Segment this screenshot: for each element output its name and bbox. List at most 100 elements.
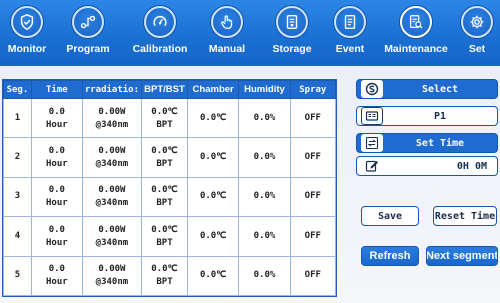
- cell-seg: 3: [3, 176, 32, 218]
- cell-humidity-value: 0.0%: [253, 270, 276, 281]
- select-button[interactable]: Select: [356, 79, 498, 99]
- nav-monitor[interactable]: Monitor: [2, 0, 52, 66]
- nav-event[interactable]: Event: [326, 0, 374, 66]
- cell-humidity: 0.0%: [238, 137, 291, 178]
- circle-s-icon: [361, 80, 383, 98]
- table-header-row: Seg. Time rradiatio: BPT/BST Chamber Hum…: [3, 80, 337, 99]
- cell-time-unit: Hour: [45, 119, 68, 130]
- next-segment-button-label: Next segment: [426, 250, 498, 262]
- refresh-button-label: Refresh: [369, 250, 411, 262]
- cell-spray: OFF: [289, 176, 337, 218]
- cell-humidity-value: 0.0%: [253, 230, 276, 241]
- header-humidity: Humidity: [238, 80, 291, 99]
- cell-chamber-value: 0.0℃: [199, 230, 227, 241]
- cell-spray-value: OFF: [304, 191, 321, 202]
- next-segment-button[interactable]: Next segment: [426, 246, 498, 266]
- cell-bpt: 0.0℃ BPT: [141, 176, 188, 218]
- cell-time-unit: Hour: [45, 237, 68, 248]
- cell-time-value: 0.0: [48, 224, 65, 235]
- cell-chamber: 0.0℃: [186, 216, 240, 257]
- program-value-field[interactable]: P1: [356, 106, 498, 126]
- cell-chamber: 0.0℃: [186, 97, 240, 139]
- cell-seg-value: 4: [14, 230, 21, 241]
- cell-irradiation-value: 0.00W: [98, 224, 126, 235]
- cell-time-value: 0.0: [48, 264, 65, 275]
- cell-bpt-value: 0.0℃: [151, 185, 178, 196]
- cell-humidity: 0.0%: [238, 216, 291, 257]
- reset-time-button[interactable]: Reset Time: [433, 206, 497, 226]
- cell-chamber: 0.0℃: [186, 176, 240, 218]
- event-list-icon: [334, 6, 366, 38]
- cell-time: 0.0 Hour: [30, 97, 83, 139]
- cell-bpt-unit: BPT: [156, 159, 173, 170]
- cell-irradiation: 0.00W @340nm: [81, 216, 143, 257]
- cell-bpt-unit: BPT: [156, 277, 173, 288]
- cell-irradiation-unit: @340nm: [95, 159, 129, 170]
- cell-chamber-value: 0.0℃: [199, 112, 227, 123]
- nav-calibration[interactable]: Calibration: [124, 0, 196, 66]
- storage-file-icon: [276, 6, 308, 38]
- cell-time-value: 0.0: [48, 106, 65, 117]
- cell-time: 0.0 Hour: [30, 176, 83, 218]
- nav-storage-label: Storage: [272, 43, 312, 55]
- table-row[interactable]: 2 0.0 Hour 0.00W @340nm 0.0℃ BPT 0.0℃ 0.0% OFF: [3, 137, 337, 178]
- cell-irradiation: 0.00W @340nm: [81, 255, 143, 297]
- cell-humidity-value: 0.0%: [253, 152, 276, 163]
- cell-irradiation: 0.00W @340nm: [81, 97, 143, 139]
- nav-program-label: Program: [66, 43, 110, 55]
- save-button[interactable]: Save: [361, 206, 419, 226]
- header-chamber: Chamber: [186, 80, 240, 99]
- hand-pointer-icon: [211, 6, 243, 38]
- save-button-label: Save: [377, 210, 403, 222]
- cell-bpt: 0.0℃ BPT: [141, 255, 188, 297]
- nav-storage[interactable]: Storage: [258, 0, 326, 66]
- cell-irradiation-value: 0.00W: [98, 264, 126, 275]
- swap-arrows-icon: [361, 134, 383, 152]
- table-row[interactable]: 5 0.0 Hour 0.00W @340nm 0.0℃ BPT 0.0℃ 0.0% OFF: [3, 255, 337, 297]
- cell-seg: 1: [3, 97, 32, 139]
- cell-irradiation-unit: @340nm: [95, 198, 129, 209]
- cell-bpt-value: 0.0℃: [151, 146, 178, 157]
- table-row[interactable]: 3 0.0 Hour 0.00W @340nm 0.0℃ BPT 0.0℃ 0.0% OFF: [3, 176, 337, 218]
- nav-calibration-label: Calibration: [132, 43, 188, 55]
- nav-set[interactable]: Set: [458, 0, 496, 66]
- cell-bpt: 0.0℃ BPT: [141, 137, 188, 178]
- cell-spray-value: OFF: [304, 270, 321, 281]
- edit-pen-icon: [361, 157, 383, 175]
- id-card-icon: [361, 107, 383, 125]
- cell-spray-value: OFF: [304, 152, 321, 163]
- time-value-field[interactable]: 0H 0M: [356, 156, 498, 176]
- cell-irradiation: 0.00W @340nm: [81, 137, 143, 178]
- cell-spray: OFF: [289, 137, 337, 178]
- cell-seg-value: 3: [14, 191, 21, 202]
- cell-time-unit: Hour: [45, 277, 68, 288]
- nav-monitor-label: Monitor: [7, 43, 47, 55]
- cell-seg-value: 5: [14, 270, 21, 281]
- maintenance-search-icon: [400, 6, 432, 38]
- reset-time-button-label: Reset Time: [434, 210, 496, 222]
- cell-bpt-unit: BPT: [156, 198, 173, 209]
- select-label: Select: [421, 83, 459, 95]
- gauge-icon: [144, 6, 176, 38]
- table-row[interactable]: 1 0.0 Hour 0.00W @340nm 0.0℃ BPT 0.0℃ 0.0% OFF: [3, 97, 337, 139]
- nav-program[interactable]: Program: [52, 0, 124, 66]
- cell-seg-value: 1: [14, 112, 21, 123]
- set-time-button[interactable]: Set Time: [356, 133, 498, 153]
- settings-gear-icon: [461, 6, 493, 38]
- cell-chamber-value: 0.0℃: [199, 191, 227, 202]
- table-row[interactable]: 4 0.0 Hour 0.00W @340nm 0.0℃ BPT 0.0℃ 0.0% OFF: [3, 216, 337, 257]
- header-seg: Seg.: [3, 80, 32, 99]
- cell-chamber: 0.0℃: [186, 255, 240, 297]
- cell-bpt-value: 0.0℃: [151, 106, 178, 117]
- nav-manual[interactable]: Manual: [196, 0, 258, 66]
- cell-bpt-value: 0.0℃: [151, 264, 178, 275]
- cell-chamber-value: 0.0℃: [199, 270, 227, 281]
- cell-irradiation-unit: @340nm: [95, 119, 129, 130]
- nav-maintenance[interactable]: Maintenance: [374, 0, 458, 66]
- segment-table: Seg. Time rradiatio: BPT/BST Chamber Hum…: [2, 79, 337, 297]
- cell-bpt-value: 0.0℃: [151, 224, 178, 235]
- time-value: 0H 0M: [456, 160, 487, 172]
- set-time-label: Set Time: [415, 137, 465, 149]
- refresh-button[interactable]: Refresh: [361, 246, 419, 266]
- nav-manual-label: Manual: [208, 43, 246, 55]
